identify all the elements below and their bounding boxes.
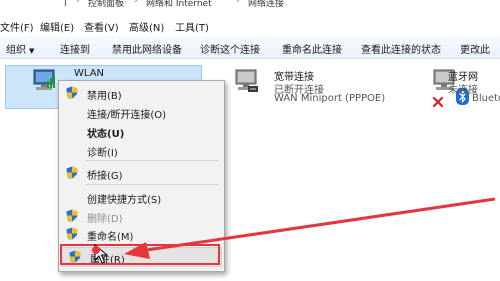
menu-item-label: 桥接(G) — [87, 171, 123, 182]
rename-button[interactable]: 重命名此连接 — [282, 41, 342, 56]
breadcrumb-control-panel[interactable]: 控制面板 — [88, 0, 124, 9]
menu-item-status[interactable]: 状态(U) — [59, 122, 224, 140]
menu-bar: 文件(F) 编辑(E) 查看(V) 高级(N) 工具(T) — [0, 14, 500, 34]
menu-divider — [85, 184, 219, 185]
adapter-name: WLAN — [74, 68, 105, 79]
organize-button[interactable]: 组织 ▼ — [6, 41, 34, 56]
uac-shield-icon — [66, 86, 78, 99]
menu-item-label: 诊断(I) — [87, 148, 118, 159]
network-adapter-icon — [33, 69, 55, 90]
connect-to-button[interactable]: 连接到 — [60, 41, 90, 56]
menu-edit[interactable]: 编辑(E) — [40, 19, 74, 34]
breadcrumb-separator-icon: › — [134, 0, 138, 6]
breadcrumb-separator-icon: › — [76, 0, 80, 6]
click-indicator — [92, 246, 100, 254]
annotation-arrow-icon — [124, 197, 496, 259]
menu-advanced[interactable]: 高级(N) — [129, 19, 164, 34]
chevron-down-icon: ▼ — [29, 47, 35, 55]
diagnose-button[interactable]: 诊断这个连接 — [200, 41, 260, 56]
address-bar: ↑ › 控制面板 › 网络和 Internet › 网络连接 — [0, 0, 500, 11]
adapter-device: WAN Miniport (PPPOE) — [274, 93, 386, 104]
breadcrumb-network-connections[interactable]: 网络连接 — [248, 0, 284, 9]
command-bar: 组织 ▼ 连接到 禁用此网络设备 诊断这个连接 重命名此连接 查看此连接的状态 更… — [0, 36, 500, 59]
change-settings-button[interactable]: 更改此 — [460, 41, 490, 56]
menu-file[interactable]: 文件(F) — [0, 19, 34, 34]
menu-divider — [85, 160, 219, 161]
uac-shield-icon — [66, 209, 78, 222]
breadcrumb-network-internet[interactable]: 网络和 Internet — [146, 0, 212, 9]
view-status-button[interactable]: 查看此连接的状态 — [361, 41, 441, 56]
up-arrow-icon[interactable]: ↑ — [60, 0, 71, 10]
organize-label: 组织 — [6, 45, 26, 56]
menu-item-label: 状态(U) — [87, 129, 125, 140]
breadcrumb-separator-icon: › — [236, 0, 240, 6]
disconnected-x-icon — [432, 96, 444, 108]
menu-item-diagnose[interactable]: 诊断(I) — [59, 141, 224, 159]
menu-tools[interactable]: 工具(T) — [175, 19, 209, 34]
menu-item-label: 连接/断开连接(O) — [87, 110, 167, 121]
menu-item-disable[interactable]: 禁用(B) — [59, 84, 224, 102]
uac-shield-icon — [66, 227, 78, 240]
menu-item-label: 禁用(B) — [87, 91, 122, 102]
menu-item-connect-disconnect[interactable]: 连接/断开连接(O) — [59, 103, 224, 121]
network-adapter-icon — [235, 69, 258, 92]
uac-shield-icon — [66, 166, 78, 179]
adapter-device: Blueto — [472, 93, 500, 104]
disable-device-button[interactable]: 禁用此网络设备 — [112, 41, 182, 56]
menu-item-bridge[interactable]: 桥接(G) — [59, 164, 224, 182]
menu-view[interactable]: 查看(V) — [84, 19, 119, 34]
